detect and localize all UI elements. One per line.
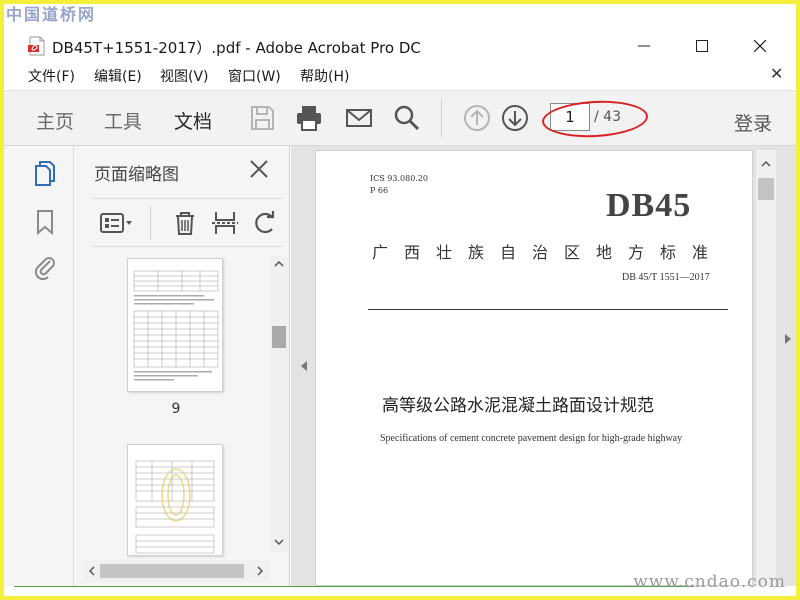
document-title-en: Specifications of cement concrete paveme… xyxy=(380,433,683,444)
menu-bar: 文件(F) 编辑(E) 视图(V) 窗口(W) 帮助(H) ✕ xyxy=(4,62,796,88)
login-button[interactable]: 登录 xyxy=(734,109,772,136)
bookmark-icon[interactable] xyxy=(32,208,58,236)
watermark-bottom: www.cndao.com xyxy=(633,572,786,592)
email-icon[interactable] xyxy=(344,103,374,133)
menu-view[interactable]: 视图(V) xyxy=(160,66,209,86)
document-viewer: ICS 93.080.20 P 66 DB45 广西壮族自治区地方标准 DB 4… xyxy=(291,146,796,586)
title-bar: DB45T+1551-2017）.pdf - Adobe Acrobat Pro… xyxy=(4,28,796,64)
delete-page-icon[interactable] xyxy=(170,208,200,238)
thumbnail-panel: 页面缩略图 9 xyxy=(74,146,290,586)
page-thumbnails-icon[interactable] xyxy=(32,160,58,188)
standard-code: DB45 xyxy=(606,187,692,224)
previous-page-icon[interactable] xyxy=(462,103,492,133)
maximize-button[interactable] xyxy=(680,32,724,60)
document-vertical-scrollbar[interactable] xyxy=(756,150,776,586)
save-icon[interactable] xyxy=(247,103,277,133)
document-page: ICS 93.080.20 P 66 DB45 广西壮族自治区地方标准 DB 4… xyxy=(315,150,753,586)
thumbnail-content xyxy=(133,270,219,381)
window-title: DB45T+1551-2017）.pdf - Adobe Acrobat Pro… xyxy=(52,39,421,57)
tab-tools[interactable]: 工具 xyxy=(104,107,142,134)
thumbnail-content xyxy=(135,460,215,554)
menu-file[interactable]: 文件(F) xyxy=(28,66,75,86)
menu-window[interactable]: 窗口(W) xyxy=(228,66,281,86)
thumbnail-options-icon[interactable] xyxy=(98,208,136,238)
panel-divider xyxy=(92,246,282,247)
document-title-cn: 高等级公路水泥混凝土路面设计规范 xyxy=(382,396,654,416)
toolbar-separator xyxy=(441,99,442,137)
close-document-icon[interactable]: ✕ xyxy=(770,64,783,83)
ics-line: ICS 93.080.20 xyxy=(370,174,429,183)
panel-divider xyxy=(92,198,282,199)
scroll-left-icon[interactable] xyxy=(88,566,96,576)
thumbnail-page-label: 9 xyxy=(171,401,181,417)
panel-close-icon[interactable] xyxy=(248,158,270,180)
panel-tool-separator xyxy=(150,206,151,240)
main-toolbar: 主页 工具 文档 1 / 43 登录 xyxy=(4,90,796,146)
scroll-thumb[interactable] xyxy=(758,178,774,200)
p-line: P 66 xyxy=(370,186,389,195)
page-thumbnail[interactable] xyxy=(127,444,223,556)
header-rule xyxy=(368,309,728,310)
close-icon xyxy=(754,40,766,52)
maximize-icon xyxy=(696,40,708,52)
minimize-icon xyxy=(638,45,650,47)
scroll-right-icon[interactable] xyxy=(256,566,264,576)
attachment-icon[interactable] xyxy=(32,252,58,280)
panel-title: 页面缩略图 xyxy=(94,165,179,185)
status-line xyxy=(14,586,694,587)
standard-type: 广西壮族自治区地方标准 xyxy=(372,243,725,262)
scroll-thumb[interactable] xyxy=(100,564,244,578)
menu-edit[interactable]: 编辑(E) xyxy=(94,66,142,86)
pdf-file-icon xyxy=(28,36,45,56)
menu-help[interactable]: 帮助(H) xyxy=(300,66,349,86)
page-thumbnail[interactable] xyxy=(127,258,223,392)
navigation-rail xyxy=(4,146,74,586)
thumbnail-vertical-scrollbar[interactable] xyxy=(270,256,288,552)
app-window: 中国道桥网 DB45T+1551-2017）.pdf - Adobe Acrob… xyxy=(4,4,796,596)
search-icon[interactable] xyxy=(392,103,422,133)
tab-home[interactable]: 主页 xyxy=(36,107,74,134)
standard-number: DB 45/T 1551—2017 xyxy=(622,272,710,283)
print-icon[interactable] xyxy=(294,103,324,133)
expand-right-panel-icon[interactable] xyxy=(785,334,791,344)
minimize-button[interactable] xyxy=(622,32,666,60)
scroll-down-icon[interactable] xyxy=(274,538,284,546)
next-page-icon[interactable] xyxy=(500,103,530,133)
close-window-button[interactable] xyxy=(738,32,782,60)
insert-page-icon[interactable] xyxy=(210,208,240,238)
thumbnail-horizontal-scrollbar[interactable] xyxy=(84,560,270,582)
scroll-up-icon[interactable] xyxy=(761,160,771,168)
rotate-page-icon[interactable] xyxy=(250,208,280,238)
tab-document[interactable]: 文档 xyxy=(174,107,212,134)
ics-code: ICS 93.080.20 P 66 xyxy=(370,173,428,197)
watermark-top: 中国道桥网 xyxy=(6,5,97,24)
collapse-panel-icon[interactable] xyxy=(301,361,307,371)
scroll-up-icon[interactable] xyxy=(274,260,284,268)
scroll-thumb[interactable] xyxy=(272,326,286,348)
